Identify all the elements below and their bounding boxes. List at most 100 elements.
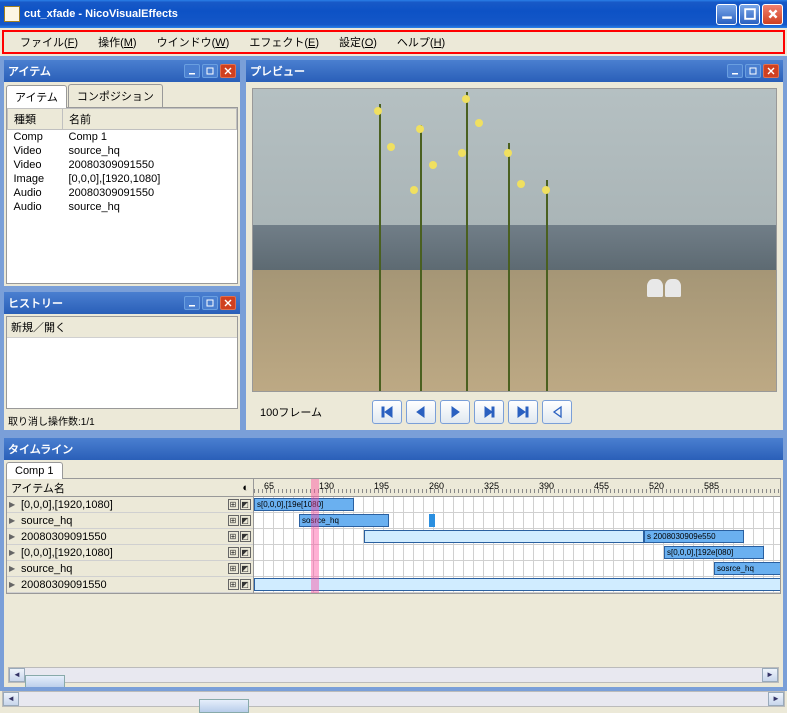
scroll-right-icon[interactable]: ►: [762, 668, 778, 682]
app-scrollbar[interactable]: ◄ ►: [2, 691, 785, 707]
menu-h[interactable]: ヘルプ(H): [387, 32, 455, 52]
frame-label: 100フレーム: [254, 404, 334, 420]
track-lane[interactable]: s[0,0,0],[19e[1080]: [254, 497, 780, 513]
tab-item[interactable]: アイテム: [6, 85, 67, 108]
menu-o[interactable]: 設定(O): [329, 32, 387, 52]
loop-button[interactable]: [542, 400, 572, 424]
menu-bar: ファイル(F)操作(M)ウインドウ(W)エフェクト(E)設定(O)ヘルプ(H): [2, 30, 785, 54]
clip[interactable]: s[0,0,0],[19e[1080]: [254, 498, 354, 511]
goto-end-button[interactable]: [508, 400, 538, 424]
panel-maximize-icon[interactable]: [202, 296, 218, 310]
track-toggle-icon[interactable]: ⊞: [228, 499, 239, 510]
panel-maximize-icon[interactable]: [745, 64, 761, 78]
clip[interactable]: s[0,0,0],[192e[080]: [664, 546, 764, 559]
track-toggle-icon[interactable]: ⊞: [228, 579, 239, 590]
tab-composition[interactable]: コンポジション: [68, 84, 163, 107]
item-list[interactable]: 種類 名前 CompComp 1Videosource_hqVideo20080…: [6, 107, 238, 284]
minimize-button[interactable]: [716, 4, 737, 25]
tick-label: 390: [539, 481, 554, 491]
tick-label: 585: [704, 481, 719, 491]
expand-icon[interactable]: ▶: [9, 564, 19, 573]
track-lane[interactable]: s 2008030909e550: [254, 529, 780, 545]
track-lane[interactable]: sosrce_hq: [254, 513, 780, 529]
tick-label: 455: [594, 481, 609, 491]
panel-close-icon[interactable]: [220, 296, 236, 310]
track-header[interactable]: ▶20080309091550⊞◩: [7, 529, 253, 545]
item-row[interactable]: Audiosource_hq: [8, 200, 237, 214]
scroll-left-icon[interactable]: ◄: [9, 668, 25, 682]
track-toggle-icon[interactable]: ◩: [240, 499, 251, 510]
col-name[interactable]: 名前: [63, 109, 237, 130]
panel-maximize-icon[interactable]: [202, 64, 218, 78]
panel-minimize-icon[interactable]: [184, 64, 200, 78]
history-item[interactable]: 新規／開く: [7, 317, 237, 338]
item-panel: アイテム アイテム コンポジション 種類 名前 CompComp 1Videos…: [3, 59, 241, 287]
timeline-ruler[interactable]: 65130195260325390455520585: [254, 479, 780, 497]
clip[interactable]: [364, 530, 644, 543]
track-header[interactable]: ▶source_hq⊞◩: [7, 513, 253, 529]
expand-icon[interactable]: ▶: [9, 532, 19, 541]
play-button[interactable]: [440, 400, 470, 424]
scroll-right-icon[interactable]: ►: [768, 692, 784, 706]
maximize-button[interactable]: [739, 4, 760, 25]
clip[interactable]: sosrce_hq: [299, 514, 389, 527]
scroll-left-icon[interactable]: ◄: [3, 692, 19, 706]
track-toggle-icon[interactable]: ◩: [240, 563, 251, 574]
expand-icon[interactable]: ▶: [9, 548, 19, 557]
item-row[interactable]: CompComp 1: [8, 130, 237, 145]
item-row[interactable]: Audio20080309091550: [8, 186, 237, 200]
item-row[interactable]: Image[0,0,0],[1920,1080]: [8, 172, 237, 186]
timeline-scrollbar[interactable]: ◄ ►: [8, 667, 779, 683]
menu-w[interactable]: ウインドウ(W): [147, 32, 240, 52]
track-header[interactable]: ▶[0,0,0],[1920,1080]⊞◩: [7, 497, 253, 513]
menu-e[interactable]: エフェクト(E): [239, 32, 329, 52]
track-toggle-icon[interactable]: ◩: [240, 515, 251, 526]
panel-minimize-icon[interactable]: [184, 296, 200, 310]
preview-panel-title: プレビュー: [250, 63, 305, 79]
history-panel-title: ヒストリー: [8, 295, 63, 311]
track-header[interactable]: ▶[0,0,0],[1920,1080]⊞◩: [7, 545, 253, 561]
clip-handle[interactable]: [429, 514, 435, 527]
expand-icon[interactable]: ▶: [9, 516, 19, 525]
tick-label: 520: [649, 481, 664, 491]
timeline-panel: タイムライン Comp 1 アイテム名 ◐ ▶[0,0,0],[1920,108…: [3, 437, 784, 688]
tick-label: 130: [319, 481, 334, 491]
timeline-options-icon[interactable]: ◐: [242, 482, 249, 494]
history-status: 取り消し操作数:1/1: [4, 411, 240, 430]
item-panel-title: アイテム: [8, 63, 51, 79]
clip[interactable]: sosrce_hq: [714, 562, 780, 575]
track-toggle-icon[interactable]: ◩: [240, 531, 251, 542]
clip[interactable]: s 2008030909e550: [644, 530, 744, 543]
timeline-comp-tab[interactable]: Comp 1: [6, 462, 63, 479]
track-header[interactable]: ▶20080309091550⊞◩: [7, 577, 253, 593]
panel-close-icon[interactable]: [220, 64, 236, 78]
step-forward-button[interactable]: [474, 400, 504, 424]
step-back-button[interactable]: [406, 400, 436, 424]
goto-start-button[interactable]: [372, 400, 402, 424]
panel-close-icon[interactable]: [763, 64, 779, 78]
clip[interactable]: [254, 578, 780, 591]
close-button[interactable]: [762, 4, 783, 25]
track-toggle-icon[interactable]: ◩: [240, 579, 251, 590]
track-toggle-icon[interactable]: ⊞: [228, 563, 239, 574]
track-toggle-icon[interactable]: ⊞: [228, 531, 239, 542]
preview-panel: プレビュー 100フレーム: [245, 59, 784, 431]
panel-minimize-icon[interactable]: [727, 64, 743, 78]
track-lane[interactable]: s[0,0,0],[192e[080]: [254, 545, 780, 561]
track-toggle-icon[interactable]: ⊞: [228, 547, 239, 558]
item-row[interactable]: Video20080309091550: [8, 158, 237, 172]
track-toggle-icon[interactable]: ⊞: [228, 515, 239, 526]
menu-m[interactable]: 操作(M): [88, 32, 147, 52]
expand-icon[interactable]: ▶: [9, 500, 19, 509]
track-lane[interactable]: sosrce_hq: [254, 561, 780, 577]
track-header[interactable]: ▶source_hq⊞◩: [7, 561, 253, 577]
track-toggle-icon[interactable]: ◩: [240, 547, 251, 558]
item-row[interactable]: Videosource_hq: [8, 144, 237, 158]
preview-image: [252, 88, 777, 392]
track-lane[interactable]: s 2008030909e550: [254, 577, 780, 593]
col-type[interactable]: 種類: [8, 109, 63, 130]
tick-label: 260: [429, 481, 444, 491]
menu-f[interactable]: ファイル(F): [10, 32, 88, 52]
scroll-thumb[interactable]: [25, 675, 65, 687]
expand-icon[interactable]: ▶: [9, 580, 19, 589]
